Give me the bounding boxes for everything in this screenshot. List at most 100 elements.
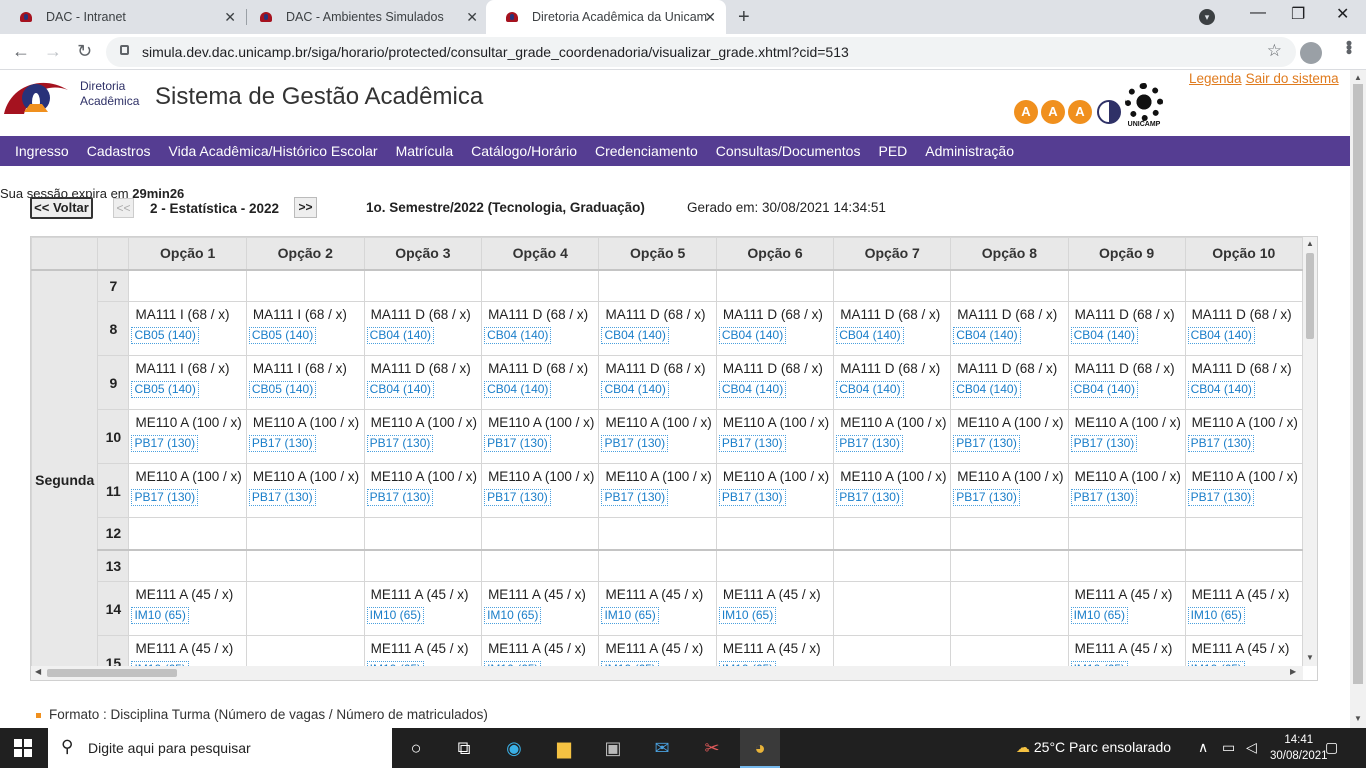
sala-link[interactable]: PB17 (130) [248, 489, 316, 506]
sala-link[interactable]: PB17 (130) [131, 435, 199, 452]
sala-link[interactable]: CB04 (140) [1187, 381, 1255, 398]
sala-link[interactable]: PB17 (130) [484, 435, 551, 452]
sala-link[interactable]: IM10 (65) [1070, 607, 1128, 624]
url-text[interactable]: simula.dev.dac.unicamp.br/siga/horario/p… [142, 44, 849, 60]
sala-link[interactable]: CB04 (140) [953, 381, 1021, 398]
page-vscroll-thumb[interactable] [1353, 84, 1363, 684]
sala-link[interactable]: PB17 (130) [718, 489, 786, 506]
address-bar[interactable]: simula.dev.dac.unicamp.br/siga/horario/p… [106, 37, 1296, 67]
minimize-icon[interactable]: — [1250, 4, 1266, 22]
sala-link[interactable]: PB17 (130) [131, 489, 199, 506]
volume-icon[interactable]: ◁ [1246, 739, 1257, 756]
sala-link[interactable]: PB17 (130) [484, 489, 551, 506]
grid-hscroll-thumb[interactable] [47, 669, 177, 677]
tab-search-icon[interactable]: ▾ [1199, 9, 1215, 25]
sala-link[interactable]: CB04 (140) [601, 381, 669, 398]
sala-link[interactable]: PB17 (130) [1070, 489, 1138, 506]
menu-item-administracao[interactable]: Administração [916, 143, 1023, 159]
sala-link[interactable]: PB17 (130) [1070, 435, 1138, 452]
browser-tab-intranet[interactable]: DAC - Intranet ✕ [0, 0, 246, 34]
profile-avatar-icon[interactable] [1300, 42, 1322, 64]
close-window-icon[interactable]: ✕ [1336, 4, 1349, 24]
restore-icon[interactable]: ❐ [1291, 4, 1305, 24]
page-scroll-up-icon[interactable]: ▲ [1354, 73, 1362, 82]
next-curso-button[interactable]: >> [294, 197, 317, 218]
bookmark-star-icon[interactable]: ☆ [1267, 41, 1282, 61]
grid-horizontal-scrollbar[interactable]: ◀ ▶ [31, 666, 1303, 680]
menu-item-cadastros[interactable]: Cadastros [78, 143, 160, 159]
browser-tab-diretoria[interactable]: Diretoria Acadêmica da Unicamp ✕ [486, 0, 726, 34]
scroll-down-arrow-icon[interactable]: ▼ [1306, 653, 1314, 662]
chrome-taskbar-button[interactable]: ◕ [740, 728, 780, 768]
scroll-up-arrow-icon[interactable]: ▲ [1306, 239, 1314, 248]
page-scroll-down-icon[interactable]: ▼ [1354, 714, 1362, 723]
sala-link[interactable]: IM10 (65) [484, 607, 542, 624]
sala-link[interactable]: CB04 (140) [484, 381, 552, 398]
sala-link[interactable]: CB04 (140) [718, 381, 787, 398]
sala-link[interactable]: PB17 (130) [953, 435, 1020, 452]
sala-link[interactable]: PB17 (130) [836, 489, 903, 506]
grid-vscroll-thumb[interactable] [1306, 253, 1314, 339]
sala-link[interactable]: PB17 (130) [366, 489, 434, 506]
scroll-right-arrow-icon[interactable]: ▶ [1290, 667, 1296, 676]
lock-icon[interactable] [120, 45, 129, 55]
sala-link[interactable]: PB17 (130) [1187, 435, 1255, 452]
close-tab-icon[interactable]: ✕ [704, 9, 716, 26]
windows-start-icon[interactable] [14, 739, 32, 757]
forward-icon[interactable]: → [44, 41, 62, 62]
close-tab-icon[interactable]: ✕ [224, 9, 236, 26]
scroll-left-arrow-icon[interactable]: ◀ [35, 667, 41, 676]
tray-chevron-icon[interactable]: ∧ [1198, 739, 1208, 756]
back-icon[interactable]: ← [12, 41, 30, 62]
taskbar-search-placeholder[interactable]: Digite aqui para pesquisar [88, 740, 251, 756]
sair-link[interactable]: Sair do sistema [1246, 71, 1339, 86]
sala-link[interactable]: IM10 (65) [718, 607, 777, 624]
sala-link[interactable]: CB04 (140) [836, 381, 904, 398]
sala-link[interactable]: CB04 (140) [953, 327, 1021, 344]
sala-link[interactable]: CB04 (140) [1070, 381, 1138, 398]
edge-icon[interactable]: ◉ [502, 736, 526, 760]
sala-link[interactable]: CB04 (140) [484, 327, 552, 344]
menu-item-credenciamento[interactable]: Credenciamento [586, 143, 707, 159]
sala-link[interactable]: PB17 (130) [248, 435, 316, 452]
sala-link[interactable]: PB17 (130) [953, 489, 1020, 506]
sala-link[interactable]: CB05 (140) [131, 381, 199, 398]
sala-link[interactable]: PB17 (130) [718, 435, 786, 452]
reload-icon[interactable]: ↻ [77, 41, 92, 62]
snipping-tool-icon[interactable]: ✂ [700, 736, 724, 760]
store-icon[interactable]: ▣ [601, 736, 625, 760]
sala-link[interactable]: PB17 (130) [601, 489, 669, 506]
sala-link[interactable]: PB17 (130) [366, 435, 434, 452]
sala-link[interactable]: PB17 (130) [836, 435, 903, 452]
sala-link[interactable]: CB04 (140) [366, 381, 435, 398]
contrast-icon[interactable] [1097, 100, 1121, 124]
font-normal-button[interactable]: A [1041, 100, 1065, 124]
browser-tab-ambientes[interactable]: DAC - Ambientes Simulados ✕ [240, 0, 488, 34]
network-icon[interactable]: ▭ [1222, 739, 1235, 756]
taskbar-clock[interactable]: 14:41 30/08/2021 [1270, 732, 1328, 764]
sala-link[interactable]: CB05 (140) [248, 327, 317, 344]
sala-link[interactable]: CB05 (140) [131, 327, 199, 344]
task-view-icon[interactable]: ⧉ [452, 736, 476, 760]
cortana-icon[interactable]: ○ [404, 736, 428, 760]
sala-link[interactable]: CB04 (140) [601, 327, 669, 344]
menu-item-ped[interactable]: PED [869, 143, 916, 159]
sala-link[interactable]: CB04 (140) [836, 327, 904, 344]
sala-link[interactable]: PB17 (130) [1187, 489, 1255, 506]
voltar-button[interactable]: << Voltar [30, 197, 93, 219]
menu-item-matricula[interactable]: Matrícula [387, 143, 463, 159]
new-tab-icon[interactable]: + [738, 6, 750, 29]
menu-item-catalogo-horario[interactable]: Catálogo/Horário [462, 143, 586, 159]
schedule-grid-viewport[interactable]: Opção 1 Opção 2 Opção 3 Opção 4 Opção 5 Opção… [31, 237, 1303, 666]
font-decrease-button[interactable]: A [1014, 100, 1038, 124]
grid-vertical-scrollbar[interactable]: ▲ ▼ [1303, 237, 1317, 666]
sala-link[interactable]: IM10 (65) [601, 607, 659, 624]
sala-link[interactable]: CB04 (140) [1070, 327, 1138, 344]
browser-menu-icon[interactable]: ••• [1338, 40, 1359, 53]
sala-link[interactable]: IM10 (65) [366, 607, 425, 624]
menu-item-consultas-documentos[interactable]: Consultas/Documentos [707, 143, 870, 159]
file-explorer-icon[interactable]: ▆ [552, 736, 576, 760]
sala-link[interactable]: IM10 (65) [131, 607, 189, 624]
sala-link[interactable]: CB04 (140) [1187, 327, 1255, 344]
sala-link[interactable]: CB05 (140) [248, 381, 317, 398]
